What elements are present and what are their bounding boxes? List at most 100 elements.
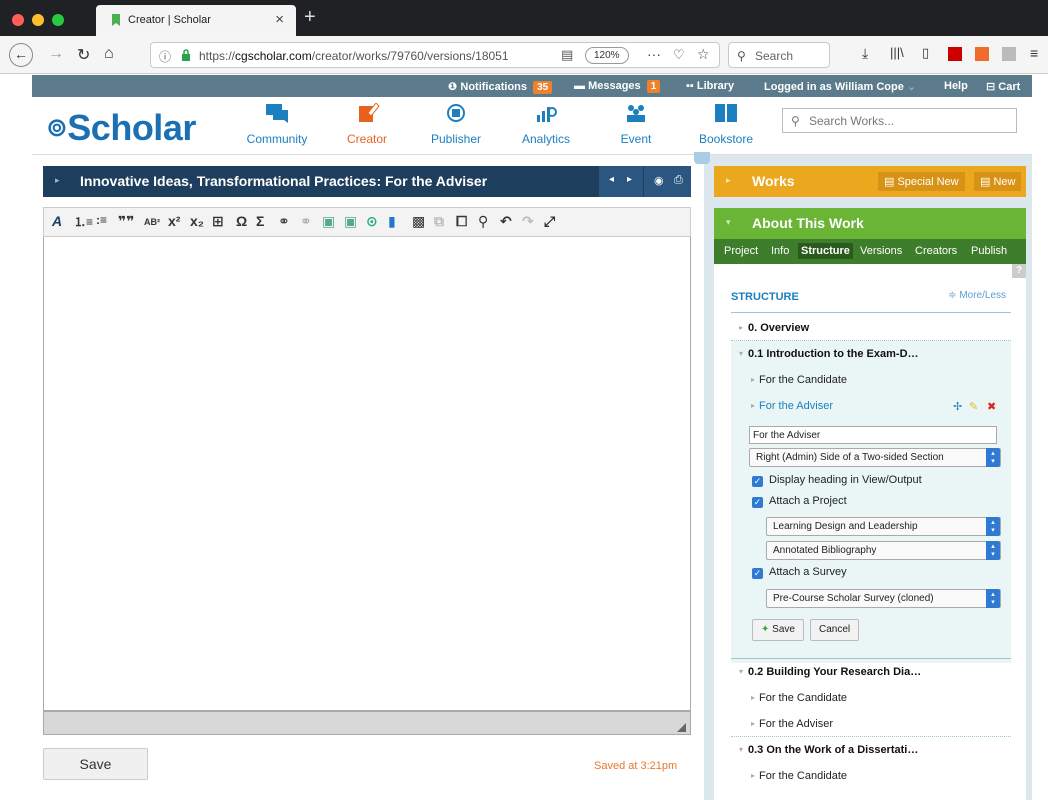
works-search-input[interactable]: ⚲ Search Works... (782, 108, 1017, 133)
table-icon[interactable]: ⊞ (212, 213, 224, 230)
section-side-select[interactable]: Right (Admin) Side of a Two-sided Sectio… (749, 448, 1001, 467)
superscript-text-icon[interactable]: AB² (144, 217, 160, 227)
help-button[interactable]: ? (1012, 264, 1026, 278)
messages-link[interactable]: ▬ Messages 1 (574, 80, 661, 93)
insert-video-icon[interactable]: ⊙ (366, 213, 378, 230)
fullscreen-icon[interactable]: ⤢ (544, 213, 555, 230)
view-group: ◉ ⎙ (643, 166, 691, 197)
tab-info[interactable]: Info (771, 245, 789, 257)
reader-view-icon[interactable]: ▤ (561, 47, 573, 63)
rich-text-editor[interactable] (43, 237, 691, 711)
item-name-field[interactable]: For the Adviser (749, 426, 997, 444)
scholar-logo[interactable]: ⊚Scholar (46, 107, 196, 149)
close-window-button[interactable] (12, 14, 24, 26)
new-button[interactable]: ▤ New (974, 172, 1022, 191)
select-caret-icon: ▴ ▾ (986, 448, 1000, 467)
nav-analytics[interactable]: Analytics (506, 101, 586, 146)
home-icon[interactable]: ⌂ (104, 45, 114, 63)
nav-community[interactable]: Community (237, 101, 317, 146)
project-component-select[interactable]: Annotated Bibliography ▴ ▾ (766, 541, 1001, 560)
structure-save-button[interactable]: ✦ Save (752, 619, 804, 641)
superscript-icon[interactable]: x² (168, 213, 180, 229)
special-character-icon[interactable]: Ω (236, 213, 247, 229)
browser-tab[interactable]: Creator | Scholar × (96, 5, 296, 36)
pdf-extension-icon[interactable] (948, 47, 962, 61)
insert-media-icon[interactable]: ▣ (344, 213, 357, 230)
more-less-toggle[interactable]: ≑ More/Less (948, 290, 1006, 301)
structure-cancel-button[interactable]: Cancel (810, 619, 860, 641)
extension-icon[interactable] (1002, 47, 1016, 61)
browser-search-input[interactable]: ⚲ Search (728, 42, 830, 68)
pocket-icon[interactable]: ♡ (673, 47, 685, 63)
maximize-window-button[interactable] (52, 14, 64, 26)
sidebar-icon[interactable]: ▯ (922, 45, 929, 61)
attach-project-checkbox[interactable]: ✓ Attach a Project (752, 495, 847, 508)
print-icon[interactable]: ⎙ (674, 174, 683, 187)
tab-structure[interactable]: Structure (798, 243, 853, 259)
edit-pencil-icon[interactable]: ✎ (969, 400, 978, 413)
menu-icon[interactable]: ≡ (1030, 45, 1038, 61)
copy-icon[interactable]: ⧉ (434, 213, 444, 230)
unlink-icon[interactable]: ⚭ (300, 213, 312, 230)
numbered-list-icon[interactable]: ⒈≡ (74, 213, 93, 230)
tab-creators[interactable]: Creators (915, 245, 957, 257)
info-icon[interactable]: ⓘ (159, 48, 171, 65)
library-link[interactable]: ▪▪ Library (686, 80, 734, 92)
undo-icon[interactable]: ↶ (500, 213, 512, 230)
font-style-icon[interactable]: A (52, 213, 62, 229)
next-icon[interactable]: ▸ (627, 174, 632, 185)
blockquote-icon[interactable]: ❞❞ (118, 213, 134, 230)
cart-link[interactable]: ⊟ Cart (986, 80, 1020, 93)
collapse-arrow-icon[interactable]: ▾ (726, 217, 731, 228)
survey-select[interactable]: Pre-Course Scholar Survey (cloned) ▴ ▾ (766, 589, 1001, 608)
reload-icon[interactable]: ↻ (77, 45, 90, 65)
attach-survey-checkbox[interactable]: ✓ Attach a Survey (752, 566, 847, 579)
tab-project[interactable]: Project (724, 245, 758, 257)
bullet-list-icon[interactable]: :≡ (96, 213, 107, 227)
notifications-link[interactable]: ❶ Notifications 35 (448, 80, 553, 94)
embed-icon[interactable]: ▩ (412, 213, 425, 230)
help-link[interactable]: Help (944, 80, 968, 92)
insert-image-icon[interactable]: ▣ (322, 213, 335, 230)
save-button[interactable]: Save (43, 748, 148, 780)
nav-bookstore[interactable]: Bookstore (686, 101, 766, 146)
works-bar: ▸ Works ▤ Special New ▤ New (714, 166, 1026, 197)
nav-event[interactable]: Event (596, 101, 676, 146)
new-tab-icon[interactable]: + (304, 6, 316, 29)
library-icon[interactable]: |||\ (890, 45, 904, 60)
find-icon[interactable]: ⚲ (478, 213, 488, 230)
nav-label-event: Event (620, 132, 652, 146)
tab-publish[interactable]: Publish (971, 245, 1007, 257)
project-select[interactable]: Learning Design and Leadership ▴ ▾ (766, 517, 1001, 536)
zoom-indicator[interactable]: 120% (585, 47, 629, 64)
close-tab-icon[interactable]: × (275, 11, 284, 28)
display-heading-checkbox[interactable]: ✓ Display heading in View/Output (752, 474, 922, 487)
delete-icon[interactable]: ✖ (987, 400, 996, 413)
equation-icon[interactable]: Σ (256, 213, 264, 229)
collapse-arrow-icon[interactable]: ▸ (55, 175, 60, 186)
link-icon[interactable]: ⚭ (278, 213, 290, 230)
user-menu[interactable]: Logged in as William Cope ⌄ (764, 80, 916, 93)
page-actions-icon[interactable]: ··· (647, 46, 661, 62)
preview-eye-icon[interactable]: ◉ (654, 174, 664, 187)
previous-icon[interactable]: ◂ (609, 174, 614, 185)
subscript-icon[interactable]: x₂ (190, 213, 204, 229)
address-bar[interactable]: ⓘ https://cgscholar.com/creator/works/79… (150, 42, 720, 68)
minimize-window-button[interactable] (32, 14, 44, 26)
expand-arrow-icon[interactable]: ▸ (726, 175, 731, 186)
tab-versions[interactable]: Versions (860, 245, 902, 257)
splitter-handle[interactable] (694, 152, 710, 164)
star-icon[interactable]: ☆ (697, 46, 710, 63)
insert-file-icon[interactable]: ▮ (388, 213, 396, 230)
move-icon[interactable]: ✢ (953, 400, 962, 413)
back-arrow-icon[interactable]: ← (9, 43, 33, 67)
download-icon[interactable]: ⤓ (862, 45, 868, 62)
nav-creator[interactable]: Creator (327, 101, 407, 146)
scholar-extension-icon[interactable] (975, 47, 989, 61)
resize-handle-icon[interactable] (677, 723, 686, 732)
redo-icon[interactable]: ↷ (522, 213, 534, 230)
forward-arrow-icon[interactable]: → (48, 45, 64, 63)
paste-icon[interactable]: ⧠ (456, 213, 467, 230)
special-new-button[interactable]: ▤ Special New (878, 172, 965, 191)
nav-publisher[interactable]: Publisher (416, 101, 496, 146)
